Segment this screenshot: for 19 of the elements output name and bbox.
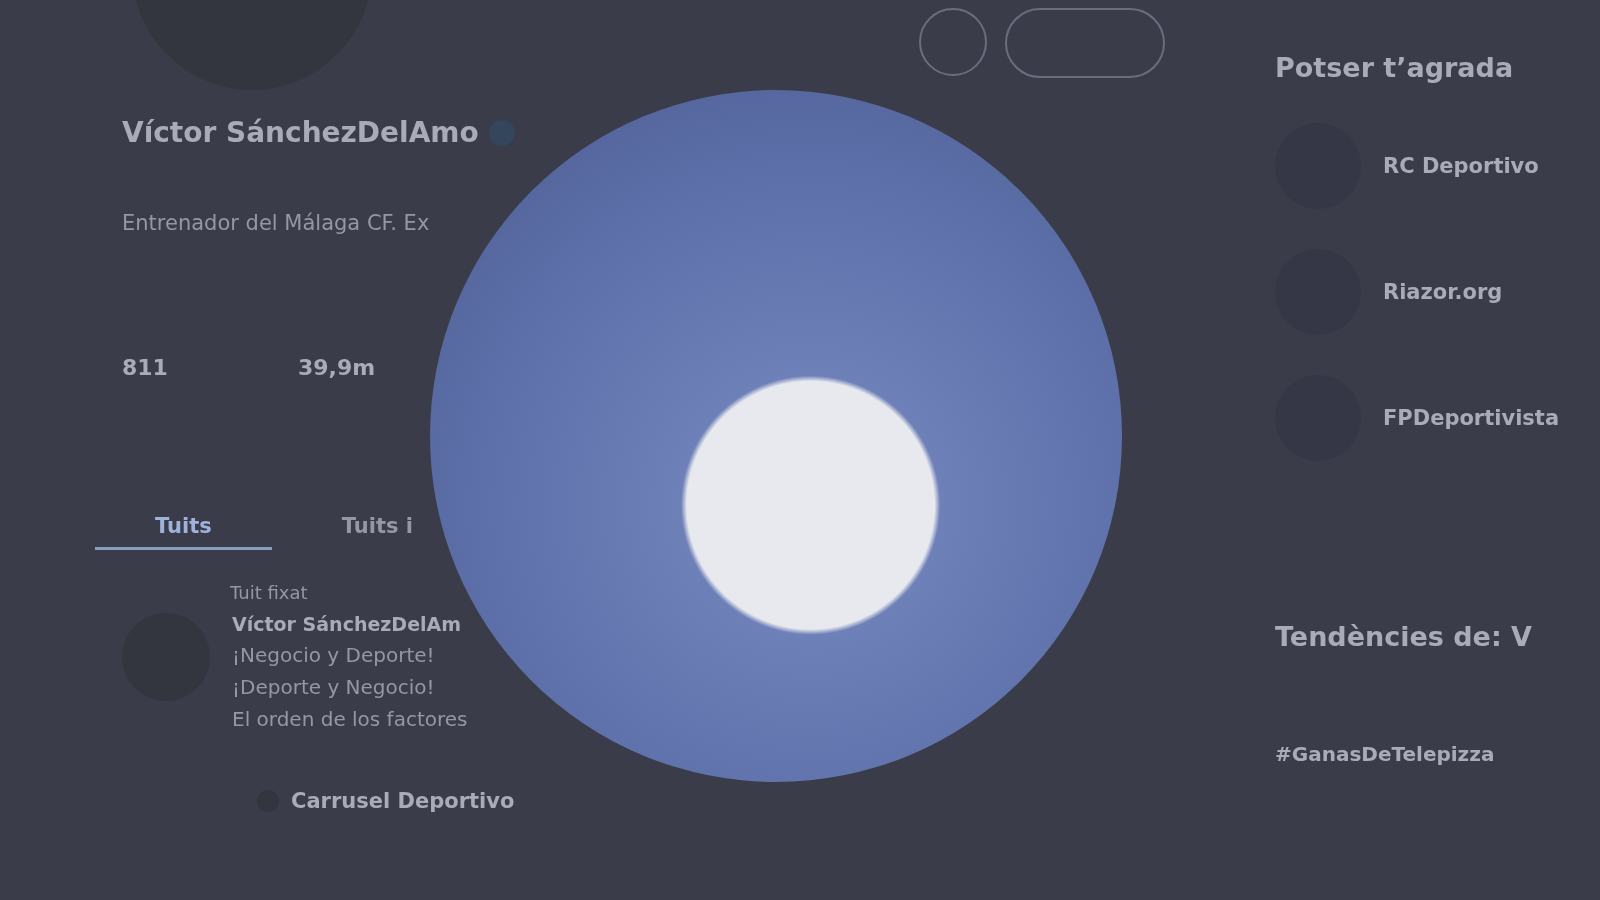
stat-count[interactable]: 39,9m — [297, 355, 376, 380]
tweet-text: ¡Deporte y Negocio! — [232, 675, 436, 699]
account-name[interactable]: RC Deportivo — [1383, 154, 1539, 178]
more-button[interactable] — [919, 8, 987, 76]
pinned-label: Tuit fixat — [230, 582, 309, 603]
profile-bio: Entrenador del Málaga CF. Ex — [122, 211, 431, 235]
account-name[interactable]: Riazor.org — [1383, 280, 1503, 304]
profile-tab[interactable]: Tuits — [95, 505, 272, 550]
profile-name: Víctor SánchezDelAmo — [122, 116, 479, 149]
retweet-author[interactable]: Carrusel Deportivo — [291, 789, 515, 813]
trends-title: Tendències de: V — [1275, 621, 1533, 652]
trend-tag[interactable]: #GanasDeTelepizza — [1275, 742, 1600, 766]
tweet-text: El orden de los factores — [232, 707, 468, 731]
suggestions-title: Potser t’agrada — [1275, 52, 1515, 83]
account-name[interactable]: FPDeportivista — [1383, 406, 1560, 430]
profile-tab[interactable]: Tuits i — [331, 505, 423, 550]
tweet-text: ¡Negocio y Deporte! — [232, 643, 436, 667]
stat-count[interactable]: 811 — [122, 355, 168, 380]
follow-button[interactable] — [1005, 8, 1165, 78]
